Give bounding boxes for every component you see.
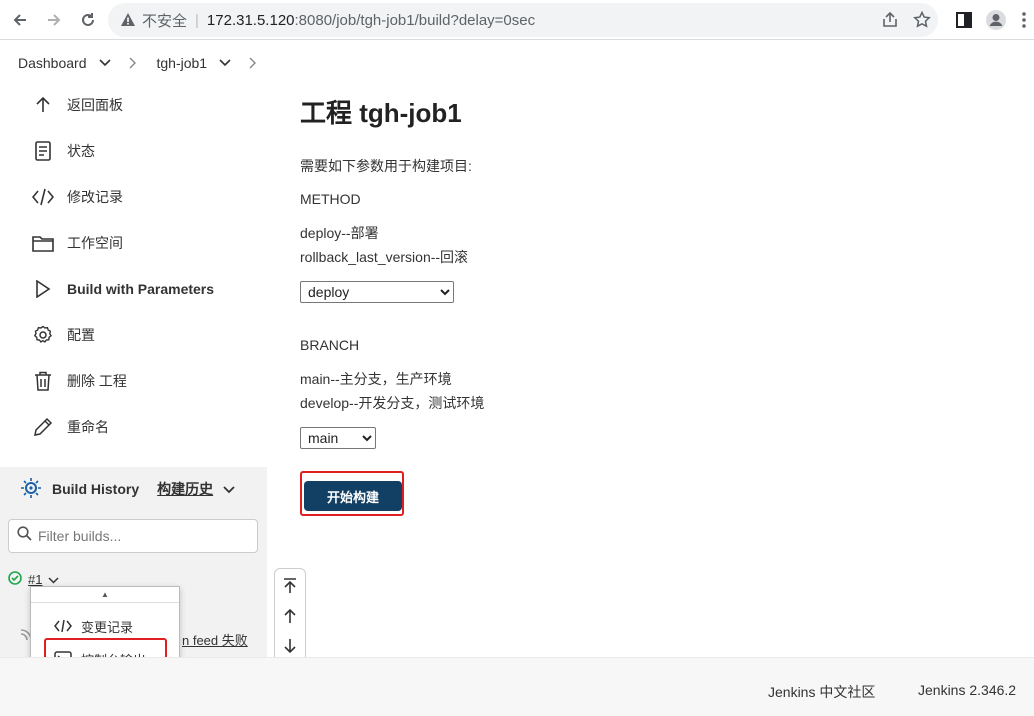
trash-icon <box>32 370 54 392</box>
url-host: 172.31.5.120 <box>206 11 295 29</box>
profile-avatar-icon[interactable] <box>984 8 1008 32</box>
chrome-menu-icon[interactable] <box>1012 8 1034 32</box>
rss-failed-feed-link[interactable]: n feed 失败 <box>182 630 248 649</box>
sidebar-item-label: 配置 <box>67 327 95 343</box>
address-bar[interactable]: 不安全 | 172.31.5.120:8080/job/tgh-job1/bui… <box>108 3 938 37</box>
sidebar-item-label: 重命名 <box>67 419 109 435</box>
chevron-down-icon[interactable] <box>48 572 59 587</box>
method-select[interactable]: deploy <box>300 281 454 303</box>
breadcrumb-label[interactable]: Dashboard <box>18 55 87 71</box>
sidebar-item-build-with-parameters[interactable]: Build with Parameters <box>0 269 267 309</box>
sidebar-item-label: Build with Parameters <box>67 281 215 297</box>
sidebar-item-rename[interactable]: 重命名 <box>0 407 267 447</box>
gear-icon <box>32 324 54 346</box>
sidebar-item-label: 工作空间 <box>67 235 123 251</box>
sidebar-item-configure[interactable]: 配置 <box>0 315 267 355</box>
param-desc-line: develop--开发分支，测试环境 <box>300 395 485 411</box>
bookmark-star-icon[interactable] <box>912 10 932 30</box>
sidebar: 返回面板 状态 修改记录 工作空间 Build with Parameters … <box>0 85 267 657</box>
back-icon[interactable] <box>8 8 32 32</box>
page-scroll-controls <box>274 568 306 662</box>
sidebar-item-changes[interactable]: 修改记录 <box>0 177 267 217</box>
scroll-up-icon[interactable] <box>275 601 305 631</box>
warning-icon[interactable] <box>120 12 136 28</box>
address-separator: | <box>195 11 199 29</box>
branch-select[interactable]: main <box>300 427 376 449</box>
forward-icon[interactable] <box>42 8 66 32</box>
sidebar-item-label: 返回面板 <box>67 97 123 113</box>
param-desc-line: main--主分支，生产环境 <box>300 371 452 387</box>
document-icon <box>32 140 54 162</box>
params-intro: 需要如下参数用于构建项目: <box>300 158 472 174</box>
breadcrumb-label[interactable]: tgh-job1 <box>157 55 208 71</box>
code-icon <box>53 619 73 633</box>
browser-toolbar: 不安全 | 172.31.5.120:8080/job/tgh-job1/bui… <box>0 0 1034 40</box>
chevron-down-icon[interactable] <box>223 481 235 497</box>
sidebar-item-status[interactable]: 状态 <box>0 131 267 171</box>
menu-item-label: 变更记录 <box>81 619 134 635</box>
footer: Jenkins 中文社区 Jenkins 2.346.2 <box>0 657 1034 716</box>
footer-version-link[interactable]: Jenkins 2.346.2 <box>918 682 1016 698</box>
sidebar-item-delete-project[interactable]: 删除 工程 <box>0 361 267 401</box>
menu-scroll-up-icon[interactable]: ▲ <box>31 587 179 603</box>
sidebar-item-label: 删除 工程 <box>67 373 127 389</box>
side-panel-icon[interactable] <box>952 8 976 32</box>
footer-community-link[interactable]: Jenkins 中文社区 <box>768 682 875 702</box>
param-desc-line: deploy--部署 <box>300 225 379 241</box>
build-history-icon <box>20 477 42 502</box>
chevron-right-icon <box>129 57 137 69</box>
breadcrumb: Dashboard tgh-job1 <box>0 41 1034 85</box>
scroll-to-top-icon[interactable] <box>275 571 305 601</box>
breadcrumb-job[interactable]: tgh-job1 <box>157 55 250 71</box>
page-title: 工程 tgh-job1 <box>300 98 462 128</box>
filter-builds-field[interactable] <box>8 519 258 553</box>
arrow-up-icon <box>32 94 54 116</box>
code-icon <box>32 186 54 208</box>
chevron-right-icon <box>249 57 257 69</box>
insecure-label: 不安全 <box>142 12 188 30</box>
share-icon[interactable] <box>880 10 900 30</box>
play-icon <box>32 278 54 300</box>
reload-icon[interactable] <box>76 8 100 32</box>
success-check-icon <box>8 571 22 588</box>
breadcrumb-dashboard[interactable]: Dashboard <box>18 55 129 71</box>
filter-builds-input[interactable] <box>38 528 238 544</box>
chevron-down-icon[interactable] <box>98 59 111 67</box>
sidebar-item-back-to-dashboard[interactable]: 返回面板 <box>0 85 267 125</box>
param-name-branch: BRANCH <box>300 337 360 353</box>
pencil-icon <box>32 416 54 438</box>
sidebar-item-workspace[interactable]: 工作空间 <box>0 223 267 263</box>
build-history-title: Build History <box>52 481 140 497</box>
sidebar-item-label: 修改记录 <box>67 189 123 205</box>
param-name-method: METHOD <box>300 191 361 207</box>
menu-item-changes[interactable]: 变更记录 <box>31 611 179 641</box>
url-path: :8080/job/tgh-job1/build?delay=0sec <box>294 11 536 29</box>
param-desc-line: rollback_last_version--回滚 <box>300 249 469 265</box>
search-icon <box>17 526 32 546</box>
build-number-link[interactable]: #1 <box>28 572 42 587</box>
sidebar-item-label: 状态 <box>67 143 95 159</box>
folder-icon <box>32 232 54 254</box>
build-button-highlight <box>300 471 404 516</box>
chevron-down-icon[interactable] <box>219 59 231 67</box>
build-history-header: Build History 构建历史 <box>0 467 267 511</box>
build-history-trend-link[interactable]: 构建历史 <box>157 479 213 499</box>
